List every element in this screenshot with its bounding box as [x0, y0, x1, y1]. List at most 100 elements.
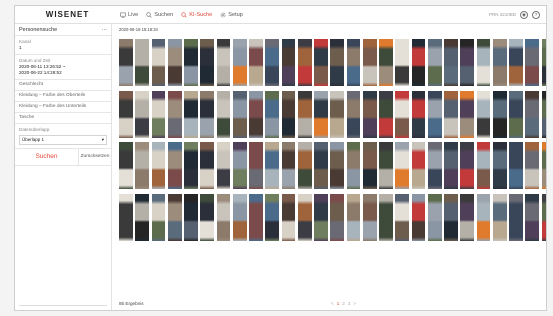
- result-thumbnail[interactable]: [410, 141, 427, 190]
- result-thumbnail[interactable]: [459, 89, 476, 139]
- result-thumbnail[interactable]: [410, 38, 427, 87]
- result-thumbnail[interactable]: [361, 192, 378, 242]
- nav-setup[interactable]: Setup: [220, 12, 243, 18]
- result-thumbnail[interactable]: [345, 141, 362, 190]
- result-thumbnail[interactable]: [491, 192, 508, 242]
- nav-live[interactable]: Live: [120, 12, 138, 18]
- result-thumbnail[interactable]: [150, 192, 167, 242]
- result-thumbnail[interactable]: [118, 141, 134, 190]
- result-thumbnail[interactable]: [443, 89, 459, 139]
- result-thumbnail[interactable]: [410, 192, 427, 242]
- result-thumbnail[interactable]: [280, 141, 297, 190]
- result-thumbnail[interactable]: [524, 192, 541, 242]
- result-thumbnail[interactable]: [475, 38, 492, 87]
- result-thumbnail[interactable]: [329, 38, 346, 87]
- overlap-select[interactable]: Überlapp 1 ▾: [19, 135, 107, 145]
- result-thumbnail[interactable]: [166, 38, 183, 87]
- result-thumbnail[interactable]: [329, 192, 346, 242]
- result-thumbnail[interactable]: [410, 89, 427, 139]
- channel-field[interactable]: Kanal 1: [15, 36, 111, 55]
- result-thumbnail[interactable]: [329, 89, 346, 139]
- result-thumbnail[interactable]: [524, 38, 541, 87]
- result-thumbnail[interactable]: [345, 192, 362, 242]
- result-thumbnail[interactable]: [199, 192, 216, 242]
- next-page-button[interactable]: >: [353, 301, 356, 306]
- filter-top-color[interactable]: Kleidung – Farbe des Oberteils: [15, 91, 111, 102]
- result-thumbnail[interactable]: [475, 192, 492, 242]
- help-icon[interactable]: ?: [532, 10, 540, 19]
- result-thumbnail[interactable]: [150, 89, 167, 139]
- result-thumbnail[interactable]: [426, 192, 443, 242]
- result-thumbnail[interactable]: [329, 141, 346, 190]
- result-thumbnail[interactable]: [264, 89, 281, 139]
- result-thumbnail[interactable]: [394, 38, 411, 87]
- result-thumbnail[interactable]: [134, 141, 151, 190]
- result-thumbnail[interactable]: [264, 141, 281, 190]
- page-3[interactable]: 3: [348, 301, 351, 306]
- result-thumbnail[interactable]: [491, 38, 508, 87]
- result-thumbnail[interactable]: [166, 192, 183, 242]
- result-thumbnail[interactable]: [118, 192, 134, 242]
- result-thumbnail[interactable]: [378, 141, 394, 190]
- result-thumbnail[interactable]: [150, 38, 167, 87]
- result-thumbnail[interactable]: [540, 38, 546, 87]
- result-thumbnail[interactable]: [296, 141, 313, 190]
- result-thumbnail[interactable]: [183, 38, 199, 87]
- result-thumbnail[interactable]: [166, 89, 183, 139]
- result-thumbnail[interactable]: [508, 192, 524, 242]
- result-thumbnail[interactable]: [231, 89, 248, 139]
- result-thumbnail[interactable]: [443, 38, 459, 87]
- result-thumbnail[interactable]: [215, 38, 232, 87]
- result-thumbnail[interactable]: [134, 192, 151, 242]
- result-thumbnail[interactable]: [508, 89, 524, 139]
- result-thumbnail[interactable]: [280, 89, 297, 139]
- result-thumbnail[interactable]: [118, 89, 134, 139]
- page-2[interactable]: 2: [342, 301, 345, 306]
- result-thumbnail[interactable]: [361, 38, 378, 87]
- result-thumbnail[interactable]: [459, 141, 476, 190]
- result-thumbnail[interactable]: [475, 141, 492, 190]
- result-thumbnail[interactable]: [361, 89, 378, 139]
- result-thumbnail[interactable]: [215, 89, 232, 139]
- result-thumbnail[interactable]: [183, 141, 199, 190]
- result-thumbnail[interactable]: [199, 141, 216, 190]
- result-thumbnail[interactable]: [231, 192, 248, 242]
- result-thumbnail[interactable]: [264, 38, 281, 87]
- result-thumbnail[interactable]: [280, 192, 297, 242]
- result-thumbnail[interactable]: [183, 89, 199, 139]
- filter-gender[interactable]: Geschlecht: [15, 80, 111, 91]
- result-thumbnail[interactable]: [443, 141, 459, 190]
- nav-search[interactable]: Suchen: [146, 12, 173, 18]
- result-thumbnail[interactable]: [378, 38, 394, 87]
- result-thumbnail[interactable]: [361, 141, 378, 190]
- result-thumbnail[interactable]: [508, 38, 524, 87]
- filter-bag[interactable]: Tasche: [15, 113, 111, 124]
- search-button[interactable]: Suchen: [15, 149, 79, 165]
- result-thumbnail[interactable]: [150, 141, 167, 190]
- result-thumbnail[interactable]: [264, 192, 281, 242]
- result-thumbnail[interactable]: [215, 192, 232, 242]
- result-thumbnail[interactable]: [231, 141, 248, 190]
- datetime-field[interactable]: Datum und Zeit 2020-06-11 13:26:52 ~ 202…: [15, 55, 111, 80]
- result-thumbnail[interactable]: [313, 192, 329, 242]
- result-thumbnail[interactable]: [491, 141, 508, 190]
- prev-page-button[interactable]: <: [331, 301, 334, 306]
- result-thumbnail[interactable]: [426, 89, 443, 139]
- nav-ai-search[interactable]: KI-Suche: [181, 12, 212, 18]
- result-thumbnail[interactable]: [296, 192, 313, 242]
- result-thumbnail[interactable]: [378, 89, 394, 139]
- result-thumbnail[interactable]: [443, 192, 459, 242]
- result-thumbnail[interactable]: [491, 89, 508, 139]
- result-thumbnail[interactable]: [248, 141, 264, 190]
- result-thumbnail[interactable]: [296, 89, 313, 139]
- result-thumbnail[interactable]: [524, 89, 541, 139]
- result-thumbnail[interactable]: [540, 192, 546, 242]
- result-thumbnail[interactable]: [134, 38, 151, 87]
- result-thumbnail[interactable]: [313, 38, 329, 87]
- filter-bottom-color[interactable]: Kleidung – Farbe des Unterteils: [15, 102, 111, 113]
- reset-button[interactable]: Zurücksetzen: [79, 149, 111, 165]
- result-thumbnail[interactable]: [313, 89, 329, 139]
- result-thumbnail[interactable]: [231, 38, 248, 87]
- result-thumbnail[interactable]: [426, 38, 443, 87]
- result-thumbnail[interactable]: [199, 38, 216, 87]
